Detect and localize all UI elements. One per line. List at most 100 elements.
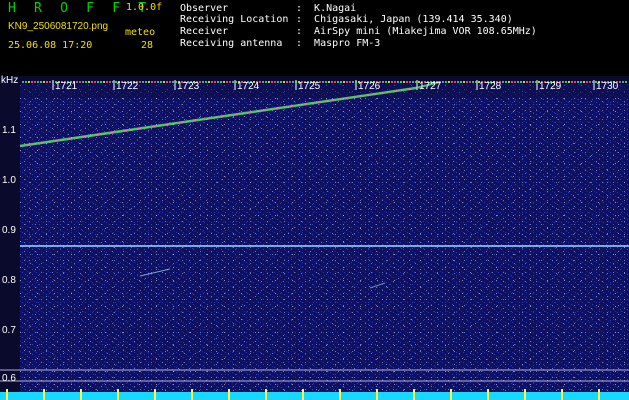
x-tick-label: 1723: [177, 81, 200, 92]
band-pixel: [505, 81, 507, 83]
x-tick-label: 1727: [419, 81, 442, 92]
noise-spike: [598, 389, 600, 400]
band-pixel: [568, 81, 570, 83]
x-tick-label: 1730: [596, 81, 619, 92]
y-tick-label: 0.8: [2, 275, 16, 286]
band-pixel: [415, 81, 417, 83]
band-pixel: [388, 81, 390, 83]
noise-spike: [413, 389, 415, 400]
band-pixel: [169, 81, 171, 83]
band-pixel: [151, 81, 153, 83]
band-pixel: [25, 81, 27, 83]
band-pixel: [52, 81, 54, 83]
band-pixel: [286, 81, 288, 83]
band-pixel: [280, 81, 282, 83]
band-pixel: [112, 81, 114, 83]
noise-spike: [191, 389, 193, 400]
band-pixel: [94, 81, 96, 83]
band-pixel: [229, 81, 231, 83]
band-pixel: [571, 81, 573, 83]
band-pixel: [49, 81, 51, 83]
band-pixel: [106, 81, 108, 83]
band-pixel: [232, 81, 234, 83]
band-pixel: [79, 81, 81, 83]
band-pixel: [400, 81, 402, 83]
band-pixel: [460, 81, 462, 83]
band-pixel: [268, 81, 270, 83]
band-pixel: [205, 81, 207, 83]
band-pixel: [463, 81, 465, 83]
band-pixel: [166, 81, 168, 83]
noise-spike: [6, 389, 8, 400]
band-pixel: [508, 81, 510, 83]
x-tick-label: 1726: [358, 81, 381, 92]
y-tick-label: 1.0: [2, 175, 16, 186]
band-pixel: [592, 81, 594, 83]
band-pixel: [340, 81, 342, 83]
band-pixel: [274, 81, 276, 83]
band-pixel: [109, 81, 111, 83]
noise-spike: [154, 389, 156, 400]
band-pixel: [322, 81, 324, 83]
noise-spike: [376, 389, 378, 400]
band-pixel: [226, 81, 228, 83]
band-pixel: [139, 81, 141, 83]
band-pixel: [511, 81, 513, 83]
band-pixel: [211, 81, 213, 83]
noise-spike: [80, 389, 82, 400]
band-pixel: [451, 81, 453, 83]
antenna-label: Receiving antenna: [180, 38, 283, 49]
band-pixel: [532, 81, 534, 83]
band-pixel: [382, 81, 384, 83]
noise-spike: [487, 389, 489, 400]
band-pixel: [589, 81, 591, 83]
band-pixel: [577, 81, 579, 83]
band-pixel: [97, 81, 99, 83]
band-pixel: [202, 81, 204, 83]
band-pixel: [214, 81, 216, 83]
antenna-value: : Maspro FM-3: [296, 38, 381, 49]
band-pixel: [526, 81, 528, 83]
x-tick-label: 1721: [55, 81, 78, 92]
band-pixel: [265, 81, 267, 83]
band-pixel: [406, 81, 408, 83]
band-pixel: [349, 81, 351, 83]
band-pixel: [346, 81, 348, 83]
band-pixel: [442, 81, 444, 83]
band-pixel: [523, 81, 525, 83]
band-pixel: [535, 81, 537, 83]
noise-spike: [339, 389, 341, 400]
band-pixel: [409, 81, 411, 83]
observer-label: Observer: [180, 3, 229, 14]
receiver-value: : AirSpy mini (Miakejima VOR 108.65MHz): [296, 26, 537, 37]
band-pixel: [619, 81, 621, 83]
band-pixel: [394, 81, 396, 83]
band-pixel: [457, 81, 459, 83]
band-pixel: [448, 81, 450, 83]
band-pixel: [514, 81, 516, 83]
band-pixel: [46, 81, 48, 83]
header-panel: H R O F F T 1.0.0f KN9_2506081720.png me…: [0, 0, 629, 76]
band-pixel: [289, 81, 291, 83]
band-pixel: [34, 81, 36, 83]
receiver-label: Receiver: [180, 26, 229, 37]
y-tick-label: 0.6: [2, 373, 16, 384]
spectrogram-canvas: [0, 80, 629, 400]
y-tick-label: 1.1: [2, 125, 16, 136]
band-pixel: [622, 81, 624, 83]
band-pixel: [625, 81, 627, 83]
band-pixel: [142, 81, 144, 83]
band-pixel: [154, 81, 156, 83]
band-pixel: [43, 81, 45, 83]
band-pixel: [469, 81, 471, 83]
band-pixel: [28, 81, 30, 83]
x-tick-label: 1724: [237, 81, 260, 92]
band-pixel: [565, 81, 567, 83]
band-pixel: [583, 81, 585, 83]
band-pixel: [163, 81, 165, 83]
noise-spike: [117, 389, 119, 400]
noise-floor-band: [0, 392, 629, 400]
band-pixel: [334, 81, 336, 83]
meteor-count: 28: [141, 40, 154, 51]
band-pixel: [403, 81, 405, 83]
